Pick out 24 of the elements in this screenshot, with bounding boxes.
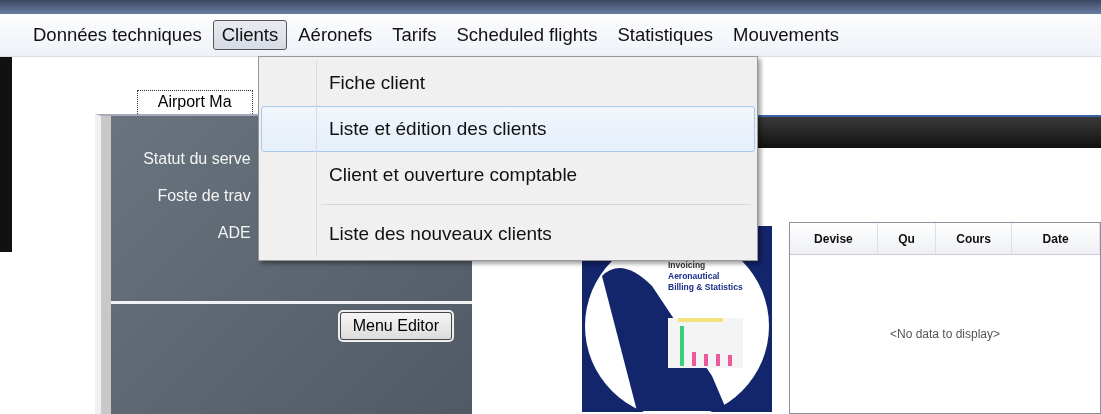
menu-option[interactable]: Client et ouverture comptable bbox=[261, 152, 755, 198]
menu-item[interactable]: Statistiques bbox=[608, 20, 723, 50]
menu-option[interactable]: Liste et édition des clients bbox=[261, 106, 755, 152]
menu-editor-button[interactable]: Menu Editor bbox=[339, 312, 452, 340]
status-label: Statut du serve bbox=[142, 149, 251, 169]
menu-option[interactable]: Liste des nouveaux clients bbox=[261, 211, 755, 257]
menu-item[interactable]: Clients bbox=[212, 20, 288, 50]
menu-item[interactable]: Scheduled flights bbox=[447, 20, 607, 50]
empty-message: <No data to display> bbox=[889, 327, 1001, 341]
status-label: Foste de trav bbox=[156, 186, 251, 206]
menu-item[interactable]: Mouvements bbox=[724, 20, 848, 50]
menu-item[interactable]: Aéronefs bbox=[289, 20, 382, 50]
column-header[interactable]: Date bbox=[1012, 223, 1100, 254]
menu-item[interactable]: Tarifs bbox=[383, 20, 446, 50]
logo-text: Aeronautical bbox=[668, 271, 721, 281]
column-header[interactable]: Cours bbox=[936, 223, 1013, 254]
column-header[interactable]: Devise bbox=[790, 223, 878, 254]
status-label: ADE bbox=[216, 223, 251, 243]
tab[interactable]: Airport Ma bbox=[136, 90, 253, 114]
logo-text: Billing & Statistics bbox=[668, 282, 744, 292]
logo-text: Invoicing bbox=[668, 260, 707, 270]
column-header[interactable]: Qu bbox=[877, 223, 937, 254]
menu-item[interactable]: Données techniques bbox=[24, 20, 211, 50]
menu-option[interactable]: Fiche client bbox=[261, 60, 755, 106]
